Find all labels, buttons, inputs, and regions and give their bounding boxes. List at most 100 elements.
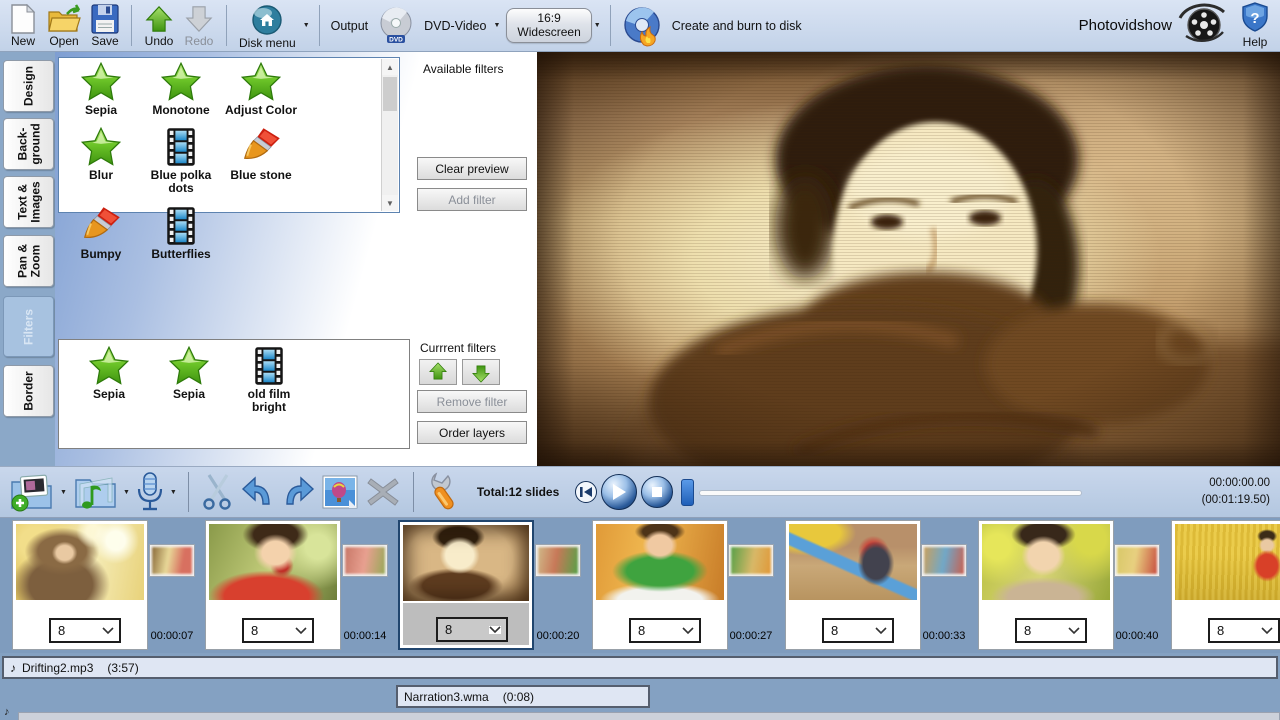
narration-track-clip[interactable]: Narration3.wma (0:08) (396, 685, 650, 708)
redo-edit-button[interactable] (281, 474, 315, 510)
narration-dropdown-icon[interactable]: ▼ (170, 489, 177, 496)
aspect-dropdown-icon[interactable]: ▼ (594, 22, 601, 29)
star-icon (89, 346, 129, 386)
disk-menu-dropdown-icon[interactable]: ▼ (303, 22, 310, 29)
transition-thumb[interactable] (536, 545, 580, 576)
slide-duration-select[interactable]: 8 (49, 618, 121, 643)
filter-item[interactable]: Bumpy (63, 206, 139, 261)
filters-scrollbar[interactable]: ▲ ▼ (381, 59, 398, 211)
music-track-clip[interactable]: ♪ Drifting2.mp3 (3:57) (2, 656, 1278, 679)
help-button[interactable]: ? Help (1242, 2, 1276, 49)
filter-item[interactable]: Adjust Color (223, 62, 299, 117)
gap-timestamp: 00:00:07 (142, 630, 202, 642)
svg-text:?: ? (1250, 10, 1259, 27)
aspect-ratio-button[interactable]: 16:9 Widescreen (506, 8, 591, 44)
transition-thumb[interactable] (1115, 545, 1159, 576)
dvd-video-select[interactable]: DVD-Video▼ (420, 2, 506, 49)
filter-item[interactable]: Blue stone (223, 127, 299, 195)
slider-handle[interactable] (681, 479, 694, 506)
stop-button[interactable] (641, 476, 673, 508)
brand-logo-text: Photovidshow (1079, 17, 1172, 34)
audio-track-partial[interactable] (18, 712, 1280, 720)
add-music-button[interactable] (72, 472, 118, 512)
slide-card-2[interactable]: 8 (205, 520, 341, 650)
transition-thumb[interactable] (343, 545, 387, 576)
music-note-icon: ♪ (10, 661, 16, 675)
transition-thumb[interactable] (729, 545, 773, 576)
cut-button[interactable] (201, 472, 235, 512)
tab-background[interactable]: Back- ground (3, 118, 54, 170)
disk-menu-button[interactable]: Disk menu (234, 2, 301, 49)
order-layers-button[interactable]: Order layers (417, 421, 527, 444)
transition-thumb[interactable] (922, 545, 966, 576)
save-button[interactable]: Save (86, 2, 124, 49)
undo-edit-button[interactable] (241, 474, 275, 510)
remove-filter-button[interactable]: Remove filter (417, 390, 527, 413)
filter-item[interactable]: Butterflies (143, 206, 219, 261)
filter-item[interactable]: Blur (63, 127, 139, 195)
redo-arrow-icon (184, 4, 214, 34)
slide-duration-select[interactable]: 8 (242, 618, 314, 643)
paste-slide-button[interactable] (321, 474, 359, 510)
current-filter-item[interactable]: old film bright (231, 346, 307, 438)
add-photos-dropdown-icon[interactable]: ▼ (60, 489, 67, 496)
new-button[interactable]: New (4, 2, 42, 49)
star-icon (81, 62, 121, 102)
chevron-down-icon (102, 627, 114, 635)
clear-preview-button[interactable]: Clear preview (417, 157, 527, 180)
chevron-down-icon (489, 626, 501, 634)
current-filter-item[interactable]: Sepia (151, 346, 227, 438)
add-music-dropdown-icon[interactable]: ▼ (123, 489, 130, 496)
play-button[interactable] (601, 474, 637, 510)
tab-text-images[interactable]: Text & Images (3, 176, 54, 228)
filter-item[interactable]: Sepia (63, 62, 139, 117)
star-icon (169, 346, 209, 386)
transition-thumb[interactable] (150, 545, 194, 576)
slider-track[interactable] (699, 490, 1081, 496)
record-narration-button[interactable] (135, 471, 165, 513)
tab-filters[interactable]: Filters (3, 296, 54, 357)
slide-card-3-selected[interactable]: 8 (398, 520, 534, 650)
redo-button[interactable]: Redo (179, 2, 219, 49)
undo-button[interactable]: Undo (139, 2, 179, 49)
slide-duration-select[interactable]: 8 (436, 617, 508, 642)
scroll-down-icon[interactable]: ▼ (382, 195, 398, 211)
playback-time: 00:00:00.00 (00:01:19.50) (1202, 475, 1270, 508)
slide-card-1[interactable]: 8 (12, 520, 148, 650)
tab-design[interactable]: Design (3, 60, 54, 112)
vignette-overlay (537, 52, 1280, 466)
slide-duration-select[interactable]: 8 (629, 618, 701, 643)
settings-wrench-button[interactable] (426, 472, 464, 512)
move-filter-up-button[interactable] (419, 359, 457, 385)
open-button[interactable]: Open (42, 2, 86, 49)
scroll-up-icon[interactable]: ▲ (382, 59, 398, 75)
tab-pan-zoom[interactable]: Pan & Zoom (3, 235, 54, 287)
slide-card-6[interactable]: 8 (978, 520, 1114, 650)
narration-track-name: Narration3.wma (404, 690, 489, 704)
filter-item[interactable]: Blue polka dots (143, 127, 219, 195)
slide-card-7[interactable]: 8 (1171, 520, 1280, 650)
current-filter-item[interactable]: Sepia (71, 346, 147, 438)
slide-preview-image (537, 52, 1280, 466)
slide-duration-select[interactable]: 8 (1015, 618, 1087, 643)
slide-card-4[interactable]: 8 (592, 520, 728, 650)
star-icon (161, 62, 201, 102)
gap-timestamp: 00:00:33 (914, 630, 974, 642)
slide-duration-select[interactable]: 8 (1208, 618, 1280, 643)
add-photos-button[interactable] (9, 472, 55, 512)
playback-slider[interactable] (675, 467, 1201, 517)
slide-duration-select[interactable]: 8 (822, 618, 894, 643)
add-filter-button[interactable]: Add filter (417, 188, 527, 211)
tab-border[interactable]: Border (3, 365, 54, 417)
music-note-icon: ♪ (4, 706, 10, 718)
burn-disc-icon[interactable] (618, 2, 668, 49)
filter-item[interactable]: Monotone (143, 62, 219, 117)
move-filter-down-button[interactable] (462, 359, 500, 385)
available-filters-label: Available filters (423, 62, 503, 76)
scrollbar-thumb[interactable] (383, 77, 397, 111)
burn-label[interactable]: Create and burn to disk (668, 2, 806, 49)
timeline-slides-strip: 8 00:00:07 8 00:00:14 8 00:00:20 8 00:00… (0, 518, 1280, 653)
slide-card-5[interactable]: 8 (785, 520, 921, 650)
skip-to-start-button[interactable] (575, 481, 597, 503)
delete-slide-button[interactable] (365, 475, 401, 509)
